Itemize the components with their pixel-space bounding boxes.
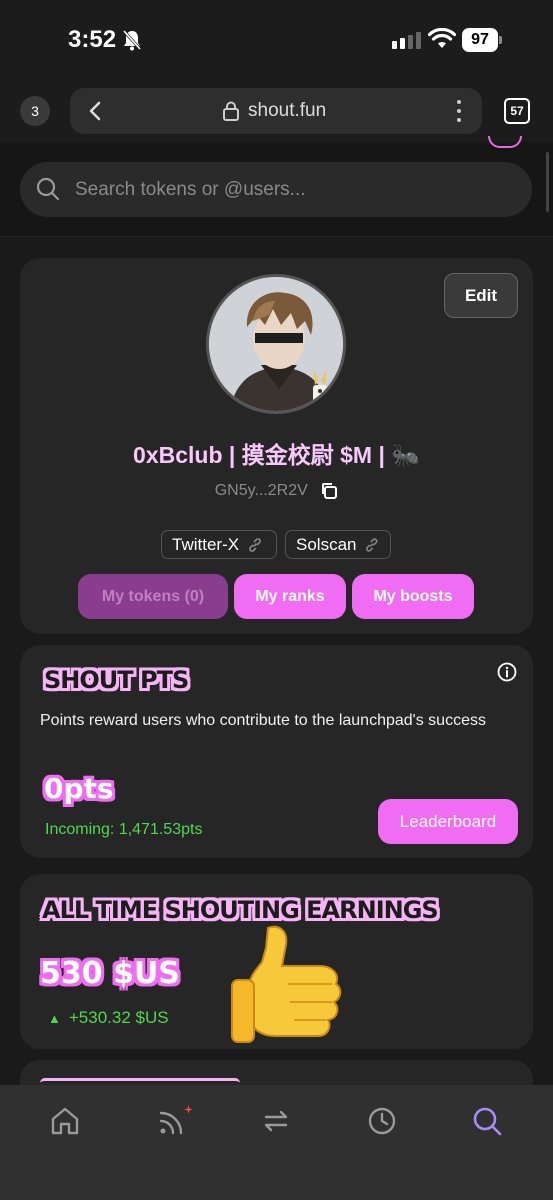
status-time: 3:52 [68, 26, 117, 53]
tab-my-ranks[interactable]: My ranks [234, 574, 346, 619]
earnings-card: ALL TIME SHOUTING EARNINGS 530 $US ▲ +530… [20, 874, 533, 1049]
page-scrollbar[interactable] [546, 152, 549, 212]
shout-pts-description: Points reward users who contribute to th… [40, 712, 486, 729]
header-avatar-edge [488, 136, 522, 148]
address-bar[interactable]: shout.fun [70, 88, 482, 134]
shout-pts-card: SHOUT PTS Points reward users who contri… [20, 645, 533, 858]
bottom-nav [0, 1085, 553, 1200]
info-icon[interactable] [497, 662, 517, 682]
shout-pts-title: SHOUT PTS [44, 666, 189, 694]
copy-icon[interactable] [320, 482, 338, 500]
silent-bell-icon [122, 30, 142, 51]
tab-my-tokens[interactable]: My tokens (0) [78, 574, 228, 619]
tabs-count-button[interactable]: 57 [504, 98, 530, 124]
more-options-icon[interactable] [454, 100, 464, 122]
twitter-link-label: Twitter-X [172, 535, 240, 554]
earnings-change: ▲ +530.32 $US [48, 1008, 169, 1028]
history-icon[interactable] [366, 1105, 398, 1137]
notification-sparkle-icon [184, 1105, 193, 1114]
battery-level: 97 [462, 28, 498, 52]
avatar[interactable] [206, 274, 346, 414]
shout-pts-value: 0pts [44, 772, 114, 805]
incoming-pts: Incoming: 1,471.53pts [45, 821, 203, 838]
earnings-title: ALL TIME SHOUTING EARNINGS [42, 896, 439, 924]
wallet-address-row: GN5y...2R2V [20, 482, 533, 500]
wifi-icon [428, 28, 456, 48]
leaderboard-button[interactable]: Leaderboard [378, 799, 518, 844]
up-arrow-icon: ▲ [48, 1011, 61, 1026]
lock-icon [223, 101, 239, 121]
tab-group-button[interactable]: 3 [20, 96, 50, 126]
back-chevron-icon[interactable] [88, 101, 102, 121]
earnings-value: 530 $US [40, 956, 180, 991]
browser-toolbar: 3 shout.fun 57 [0, 80, 553, 142]
earnings-change-value: +530.32 $US [68, 1008, 169, 1027]
twitter-link[interactable]: Twitter-X [161, 530, 277, 559]
search-icon [36, 177, 60, 201]
home-icon[interactable] [49, 1105, 81, 1137]
wallet-address: GN5y...2R2V [214, 482, 308, 500]
link-icon [366, 537, 378, 552]
tab-my-boosts[interactable]: My boosts [352, 574, 474, 619]
profile-card: Edit 0xBclub | 摸金校尉 $M | 🐜 GN5y...2R2V T… [20, 258, 533, 634]
edit-profile-button[interactable]: Edit [444, 273, 518, 318]
profile-display-name: 0xBclub | 摸金校尉 $M | 🐜 [133, 442, 420, 468]
battery-icon: 97 [462, 28, 502, 52]
cell-signal-icon [392, 32, 421, 49]
header-area [0, 136, 553, 237]
search-icon[interactable] [471, 1105, 503, 1137]
search-input[interactable] [75, 162, 505, 217]
status-bar: 3:52 97 [0, 0, 553, 80]
solscan-link-label: Solscan [296, 535, 357, 554]
avatar-illustration [209, 277, 343, 411]
trade-icon[interactable] [260, 1105, 292, 1137]
link-icon [249, 537, 261, 552]
solscan-link[interactable]: Solscan [285, 530, 391, 559]
url-text: shout.fun [248, 100, 327, 121]
thumbs-up-icon [231, 925, 342, 1043]
search-bar[interactable] [20, 162, 532, 217]
